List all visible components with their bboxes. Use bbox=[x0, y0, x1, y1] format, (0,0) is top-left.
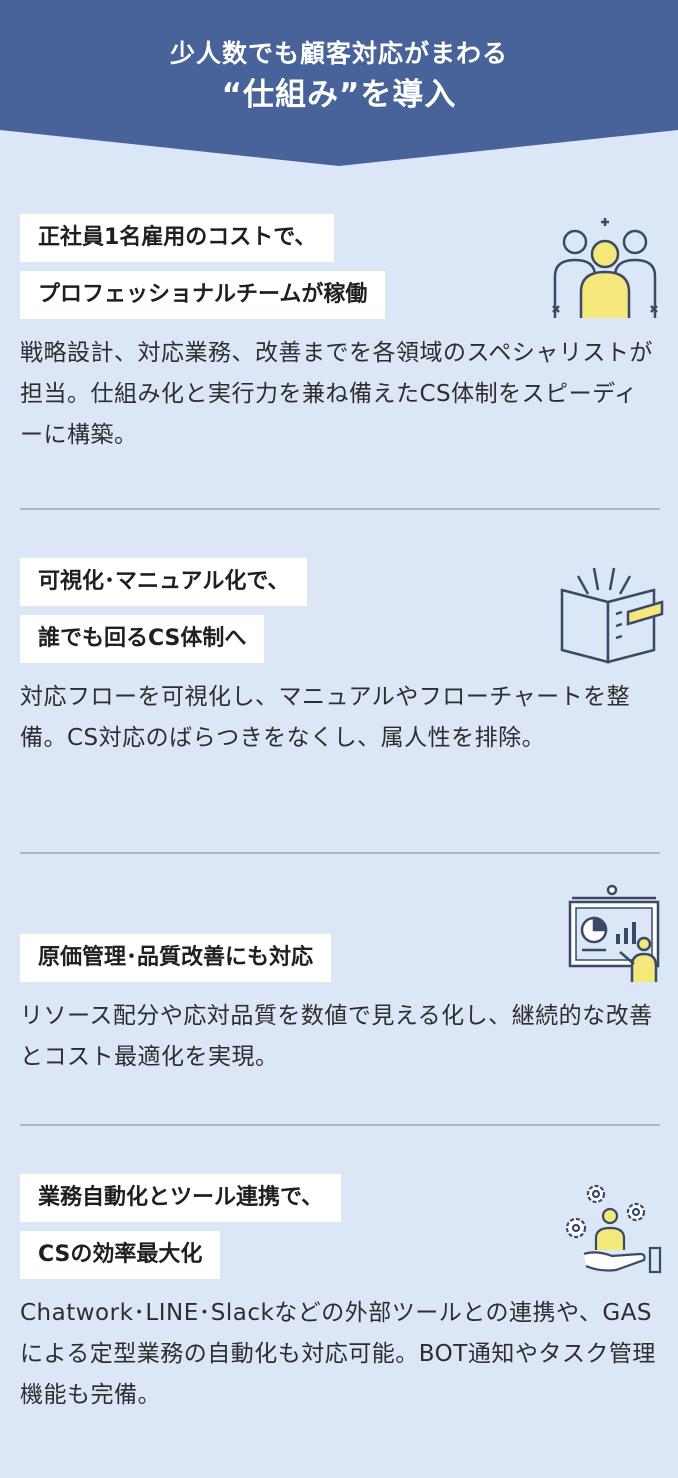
header-title: 少人数でも顧客対応がまわる “仕組み”を導入 bbox=[0, 38, 678, 116]
section-title-line: CSの効率最大化 bbox=[20, 1231, 221, 1279]
section-body: 対応フローを可視化し、マニュアルやフローチャートを整備。CS対応のばらつきをなく… bbox=[20, 684, 631, 751]
section-body: Chatwork･LINE･Slackなどの外部ツールとの連携や、GASによる定… bbox=[20, 1300, 656, 1408]
manual-book-icon bbox=[560, 567, 664, 664]
header-line1: 少人数でも顧客対応がまわる bbox=[169, 39, 508, 68]
section-title-line: 原価管理･品質改善にも対応 bbox=[20, 934, 332, 982]
section-divider bbox=[20, 508, 660, 510]
section-title-line: プロフェッショナルチームが稼働 bbox=[20, 271, 386, 319]
section-cost-quality: 原価管理･品質改善にも対応 リソース配分や応対品質を数値で見える化し、継続的な改… bbox=[20, 934, 660, 1078]
section-title-line: 誰でも回るCS体制へ bbox=[20, 615, 265, 663]
section-body: 戦略設計、対応業務、改善までを各領域のスペシャリストが担当。仕組み化と実行力を兼… bbox=[20, 340, 653, 448]
presentation-chart-icon bbox=[568, 884, 660, 982]
section-title-line: 業務自動化とツール連携で、 bbox=[20, 1174, 342, 1222]
section-title-line: 正社員1名雇用のコストで、 bbox=[20, 214, 335, 262]
section-divider bbox=[20, 852, 660, 854]
section-divider bbox=[20, 1124, 660, 1126]
section-body: リソース配分や応対品質を数値で見える化し、継続的な改善とコスト最適化を実現。 bbox=[20, 1003, 653, 1070]
section-title-line: 可視化･マニュアル化で、 bbox=[20, 558, 308, 606]
header-line2: “仕組み”を導入 bbox=[221, 77, 457, 113]
automation-gears-icon bbox=[565, 1184, 662, 1274]
header-banner: 少人数でも顧客対応がまわる “仕組み”を導入 bbox=[0, 0, 678, 166]
team-icon bbox=[552, 218, 658, 318]
